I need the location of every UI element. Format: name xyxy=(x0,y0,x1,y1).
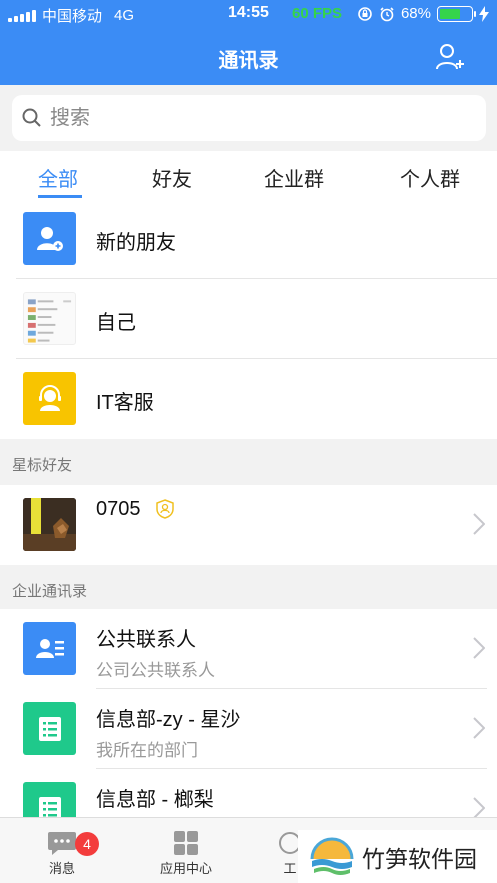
tab-all[interactable]: 全部 xyxy=(38,163,78,192)
tab-label: 消息 xyxy=(48,861,75,876)
starred-contact-row[interactable]: 0705 xyxy=(0,485,497,565)
row-title: 信息部-zy - 星沙 xyxy=(96,709,241,731)
public-contacts-row[interactable]: 公共联系人 公司公共联系人 xyxy=(0,609,497,689)
row-title: 新的朋友 xyxy=(96,232,176,254)
chevron-right-icon xyxy=(473,797,485,819)
signal-icon xyxy=(8,9,36,22)
fps-counter: 60 FPS xyxy=(292,5,343,22)
department-row-xingsha[interactable]: 信息部-zy - 星沙 我所在的部门 xyxy=(0,689,497,769)
nav-bar: 通讯录 xyxy=(0,30,497,85)
self-row[interactable]: 自己 xyxy=(0,279,497,359)
chat-bubble-icon xyxy=(48,832,76,855)
section-title: 企业通讯录 xyxy=(12,583,88,600)
active-tab-indicator xyxy=(38,195,82,198)
chevron-right-icon xyxy=(473,717,485,739)
search-bar[interactable] xyxy=(12,95,486,141)
chevron-right-icon xyxy=(473,637,485,659)
clock: 14:55 xyxy=(228,4,269,21)
add-contact-icon[interactable] xyxy=(435,42,465,72)
apps-grid-icon xyxy=(174,831,198,855)
page-title: 通讯录 xyxy=(218,50,279,72)
enterprise-section-header: 企业通讯录 xyxy=(0,565,497,611)
contact-tabs: 全部 好友 企业群 个人群 xyxy=(0,151,497,199)
watermark: 竹笋软件园 xyxy=(298,830,497,883)
shield-user-icon xyxy=(156,499,174,519)
row-title: 0705 xyxy=(96,498,141,520)
department-list-icon xyxy=(23,702,76,755)
status-left: 中国移动 4G xyxy=(8,5,134,26)
alarm-icon xyxy=(380,6,394,21)
row-title: 信息部 - 榔梨 xyxy=(96,789,214,811)
it-service-row[interactable]: IT客服 xyxy=(0,359,497,439)
search-icon xyxy=(22,108,41,127)
row-title: IT客服 xyxy=(96,392,154,414)
row-subtitle: 我所在的部门 xyxy=(96,741,198,760)
battery-icon xyxy=(437,5,476,22)
contact-card-icon xyxy=(23,622,76,675)
unread-badge: 4 xyxy=(75,832,99,856)
tab-personal-groups[interactable]: 个人群 xyxy=(400,163,460,192)
new-friends-row[interactable]: 新的朋友 xyxy=(0,199,497,279)
row-subtitle: 公司公共联系人 xyxy=(96,661,215,680)
customer-service-icon xyxy=(23,372,76,425)
row-title: 自己 xyxy=(96,312,136,334)
self-avatar xyxy=(23,292,76,345)
add-friend-icon xyxy=(23,212,76,265)
tab-app-center[interactable]: 应用中心 xyxy=(141,828,231,877)
charging-icon xyxy=(479,5,489,22)
tab-messages[interactable]: 消息 4 xyxy=(17,828,107,877)
tab-label: 工 xyxy=(283,861,297,876)
watermark-text: 竹笋软件园 xyxy=(362,845,477,872)
search-area xyxy=(0,85,497,151)
chevron-right-icon xyxy=(473,513,485,535)
tab-friends[interactable]: 好友 xyxy=(152,163,192,192)
status-right: 68% xyxy=(357,5,489,22)
row-title: 公共联系人 xyxy=(96,629,196,651)
contact-avatar xyxy=(23,498,76,551)
network-label: 4G xyxy=(114,7,135,24)
rotation-lock-icon xyxy=(358,6,372,21)
starred-section-header: 星标好友 xyxy=(0,439,497,485)
tab-label: 应用中心 xyxy=(159,861,212,876)
carrier-label: 中国移动 xyxy=(42,8,103,25)
search-input[interactable] xyxy=(50,101,470,135)
section-title: 星标好友 xyxy=(12,457,73,474)
battery-percent: 68% xyxy=(400,5,431,22)
status-bar: 中国移动 4G 14:55 60 FPS 68% xyxy=(0,0,497,30)
tab-enterprise-groups[interactable]: 企业群 xyxy=(264,163,324,192)
bamboo-logo-icon xyxy=(310,837,354,875)
